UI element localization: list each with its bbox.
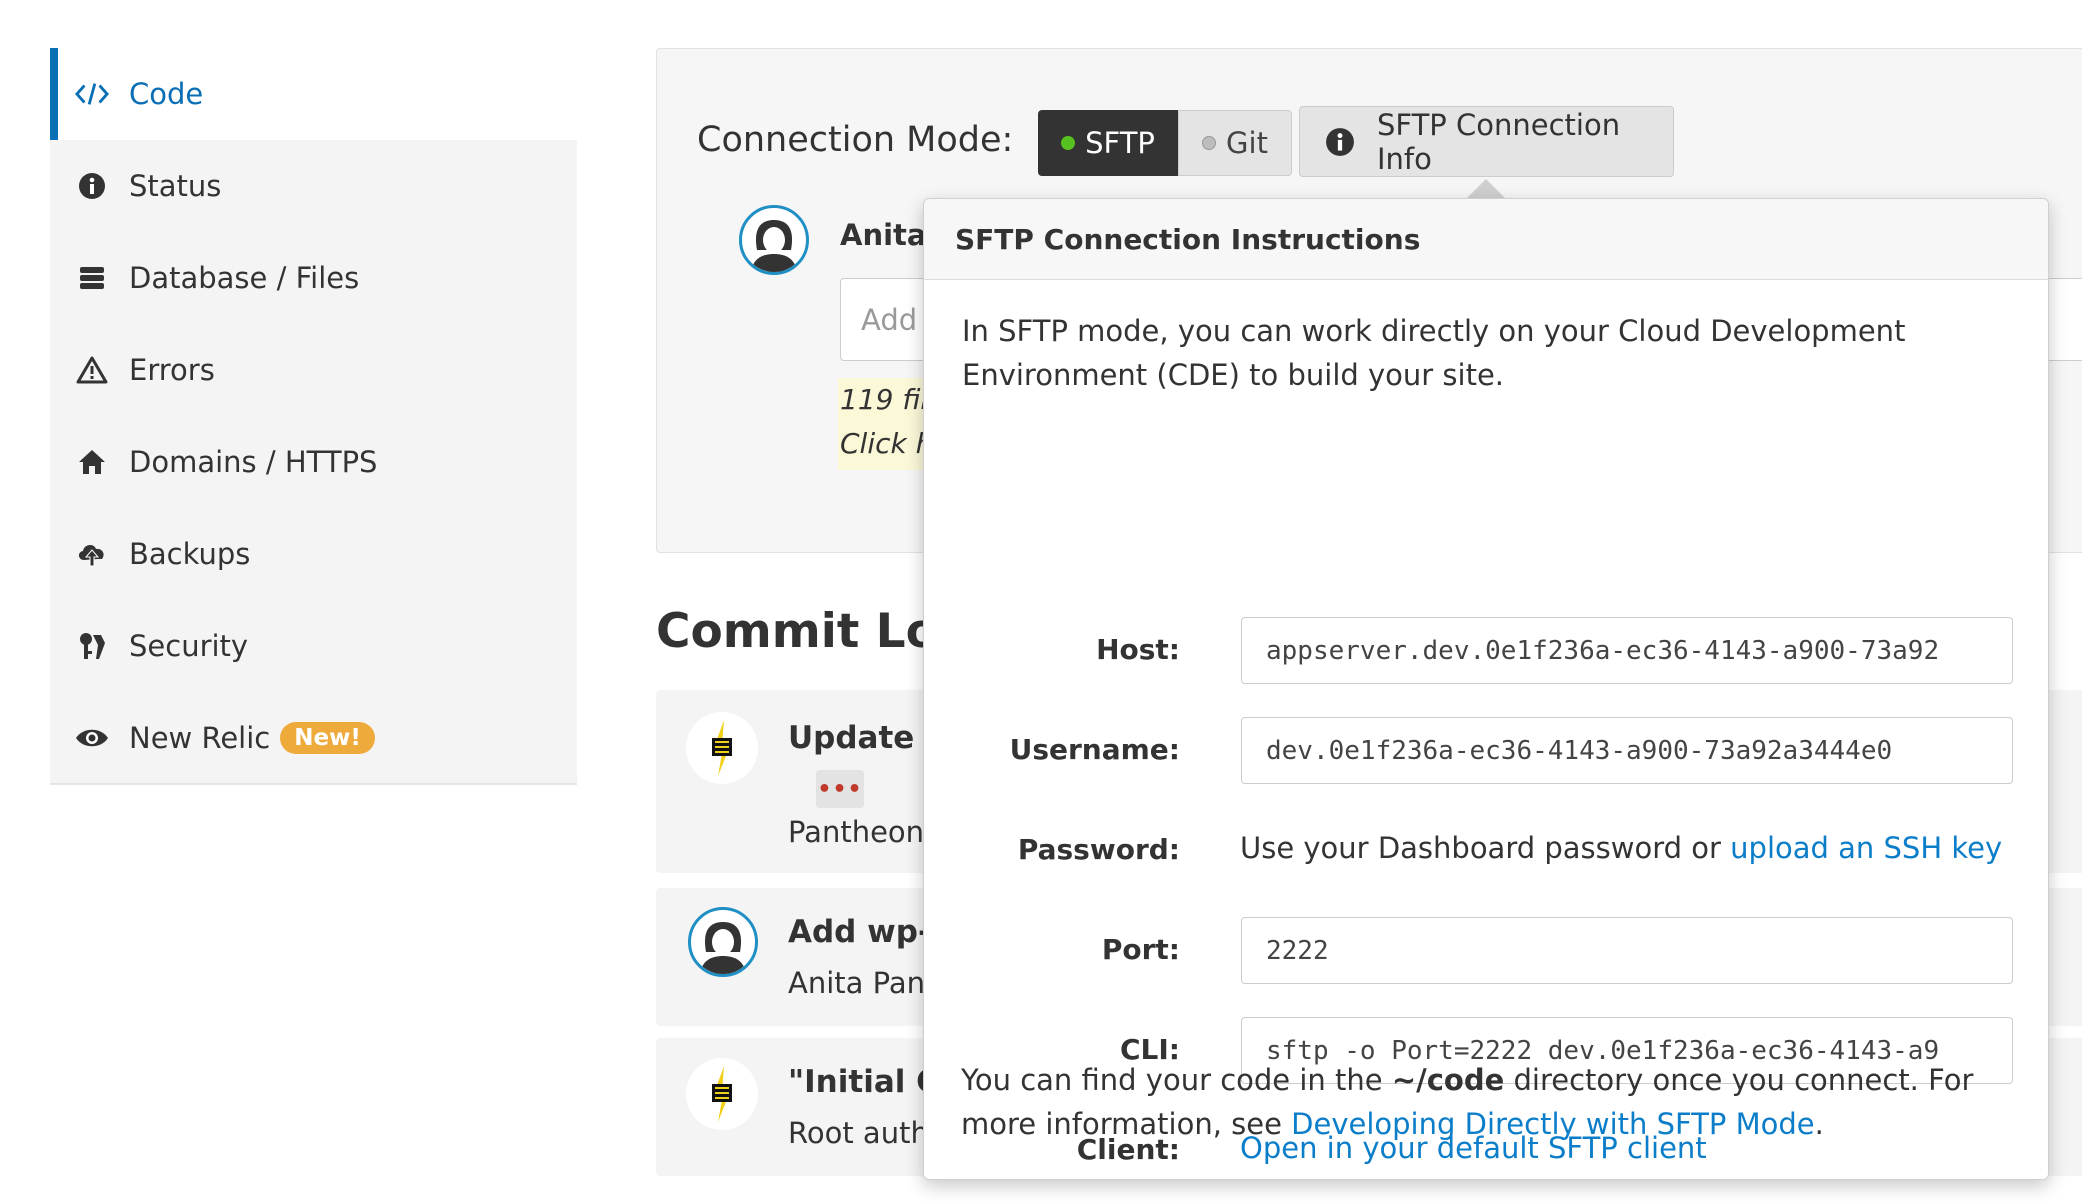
password-text: Use your Dashboard password or xyxy=(1240,831,1731,865)
pantheon-logo-icon xyxy=(686,712,758,784)
sidebar-item-label: Errors xyxy=(129,353,215,387)
keys-icon xyxy=(75,629,109,663)
info-icon xyxy=(1325,127,1355,157)
sidebar-item-label: Domains / HTTPS xyxy=(129,445,378,479)
sftp-mode-button[interactable]: SFTP xyxy=(1038,110,1178,176)
footer-text: . xyxy=(1814,1107,1824,1141)
status-dot-icon xyxy=(1202,136,1217,150)
new-badge: New! xyxy=(280,721,375,754)
port-value: 2222 xyxy=(1266,935,1329,966)
port-field[interactable]: 2222 xyxy=(1241,917,2013,984)
sidebar-item-domains-https[interactable]: Domains / HTTPS xyxy=(50,416,577,508)
sidebar: Code Status Database / Files Errors Doma… xyxy=(50,48,577,784)
code-icon xyxy=(75,77,109,111)
info-icon xyxy=(75,169,109,203)
sidebar-item-label: Database / Files xyxy=(129,261,360,295)
sftp-connection-info-label: SFTP Connection Info xyxy=(1377,107,1621,176)
sidebar-item-errors[interactable]: Errors xyxy=(50,324,577,416)
commit-author: Anita Pant xyxy=(788,966,937,1000)
connection-mode-label: Connection Mode: xyxy=(697,120,1014,160)
sidebar-item-status[interactable]: Status xyxy=(50,140,577,232)
sidebar-item-label: Backups xyxy=(129,537,251,571)
avatar xyxy=(739,205,809,275)
avatar xyxy=(688,907,758,977)
sidebar-item-security[interactable]: Security xyxy=(50,600,577,692)
sftp-connection-info-button[interactable]: SFTP Connection Info xyxy=(1299,106,1674,177)
home-icon xyxy=(75,445,109,479)
password-label: Password: xyxy=(1017,833,1180,866)
sidebar-item-database-files[interactable]: Database / Files xyxy=(50,232,577,324)
cloud-upload-icon xyxy=(75,537,109,571)
sidebar-item-label: Security xyxy=(129,629,249,663)
popover-intro: In SFTP mode, you can work directly on y… xyxy=(962,314,1906,392)
popover-caret xyxy=(1466,179,1506,199)
sftp-connection-popover: SFTP Connection Instructions In SFTP mod… xyxy=(923,198,2049,1180)
username-label: Username: xyxy=(1009,733,1180,766)
code-directory: ~/code xyxy=(1391,1063,1505,1097)
commit-title[interactable]: Update t xyxy=(788,720,940,756)
git-mode-button[interactable]: Git xyxy=(1178,110,1292,176)
pantheon-logo-icon xyxy=(686,1058,758,1130)
commit-author-name: Anita xyxy=(840,218,927,252)
expand-message-button[interactable]: ••• xyxy=(816,770,864,808)
footer-text: You can find your code in the xyxy=(961,1063,1392,1097)
developing-sftp-mode-link[interactable]: Developing Directly with SFTP Mode xyxy=(1291,1107,1814,1141)
host-label: Host: xyxy=(1096,633,1180,666)
sidebar-item-label: Status xyxy=(129,169,222,203)
username-field[interactable]: dev.0e1f236a-ec36-4143-a900-73a92a3444e0 xyxy=(1241,717,2013,784)
password-instructions: Use your Dashboard password or upload an… xyxy=(1240,831,2002,865)
sidebar-item-backups[interactable]: Backups xyxy=(50,508,577,600)
upload-ssh-key-link[interactable]: upload an SSH key xyxy=(1730,831,2002,865)
database-icon xyxy=(75,261,109,295)
sidebar-item-label: New Relic xyxy=(129,720,271,755)
eye-icon xyxy=(75,721,109,755)
status-dot-icon xyxy=(1061,136,1076,150)
sidebar-item-label: Code xyxy=(129,77,204,111)
host-field[interactable]: appserver.dev.0e1f236a-ec36-4143-a900-73… xyxy=(1241,617,2013,684)
git-mode-label: Git xyxy=(1226,126,1268,160)
popover-footer-text: You can find your code in the ~/code dir… xyxy=(961,1058,2021,1146)
sftp-mode-label: SFTP xyxy=(1085,126,1155,160)
host-value: appserver.dev.0e1f236a-ec36-4143-a900-73… xyxy=(1266,635,1940,666)
sidebar-item-code[interactable]: Code xyxy=(50,48,577,140)
commit-message-placeholder: Add xyxy=(861,302,918,337)
commit-author: Pantheon xyxy=(788,815,925,849)
popover-title: SFTP Connection Instructions xyxy=(924,199,2048,280)
username-value: dev.0e1f236a-ec36-4143-a900-73a92a3444e0 xyxy=(1266,735,1893,766)
port-label: Port: xyxy=(1101,933,1180,966)
sidebar-item-new-relic[interactable]: New Relic New! xyxy=(50,692,577,784)
warning-icon xyxy=(75,353,109,387)
